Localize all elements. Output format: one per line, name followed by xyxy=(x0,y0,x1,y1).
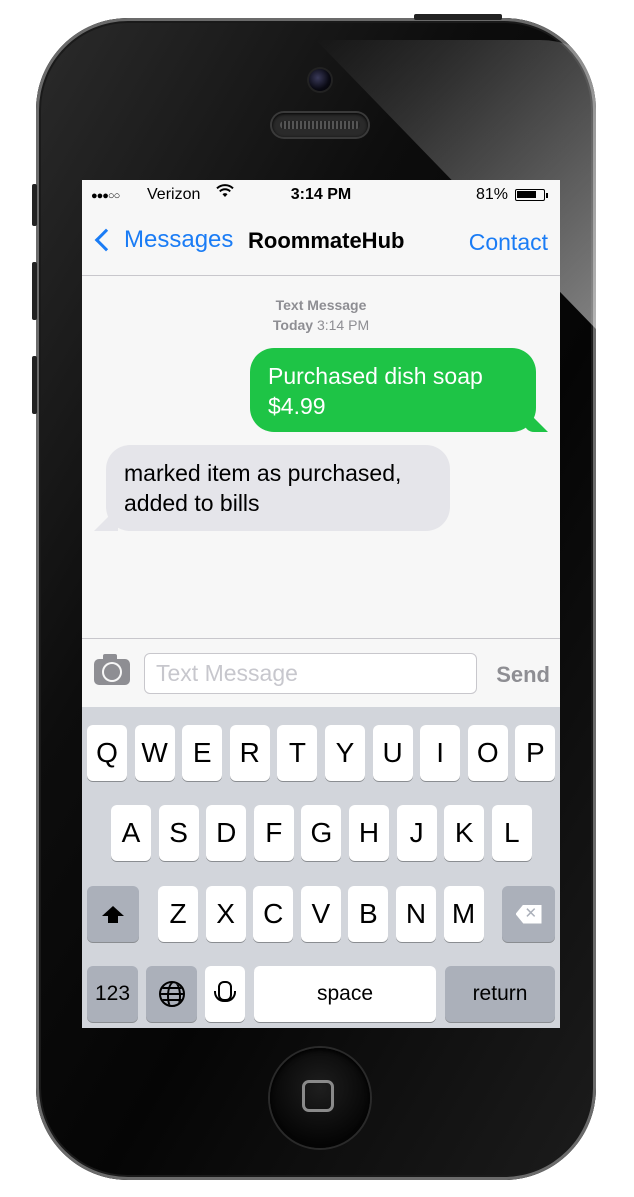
key-s[interactable]: S xyxy=(158,805,199,861)
key-v[interactable]: V xyxy=(300,886,341,942)
shift-icon xyxy=(102,906,124,923)
camera-icon[interactable] xyxy=(94,654,130,685)
back-label: Messages xyxy=(124,226,234,253)
contact-button[interactable]: Contact xyxy=(469,229,548,256)
status-bar: ●●●○○ Verizon 3:14 PM 81% xyxy=(82,180,560,210)
key-t[interactable]: T xyxy=(277,725,318,781)
key-w[interactable]: W xyxy=(134,725,175,781)
battery-fill xyxy=(517,191,536,198)
globe-icon xyxy=(158,981,185,1007)
key-r[interactable]: R xyxy=(229,725,270,781)
home-square-icon xyxy=(302,1080,334,1112)
key-n[interactable]: N xyxy=(396,886,436,942)
key-q[interactable]: Q xyxy=(87,725,127,781)
front-camera xyxy=(309,69,331,91)
power-button xyxy=(414,14,502,20)
thread-timestamp: Today 3:14 PM xyxy=(82,317,560,333)
message-line: Purchased dish soap xyxy=(268,363,483,389)
microphone-icon xyxy=(214,981,236,1002)
message-composer: Send xyxy=(82,638,560,707)
volume-down-button xyxy=(32,356,37,414)
return-key[interactable]: return xyxy=(445,966,555,1022)
message-line: marked item as purchased, xyxy=(124,460,402,486)
key-u[interactable]: U xyxy=(372,725,413,781)
key-c[interactable]: C xyxy=(253,886,294,942)
mute-switch xyxy=(32,184,37,226)
key-z[interactable]: Z xyxy=(158,886,198,942)
key-p[interactable]: P xyxy=(515,725,556,781)
battery-percent: 81% xyxy=(476,186,509,203)
timestamp-day: Today xyxy=(272,317,314,333)
battery-tip xyxy=(546,193,548,198)
key-e[interactable]: E xyxy=(182,725,223,781)
space-key[interactable]: space xyxy=(254,966,436,1022)
keyboard: QWERTYUIOP ASDFGHJKL ZXCVBNM ✕ 123 space… xyxy=(82,707,560,1028)
key-j[interactable]: J xyxy=(396,805,437,861)
key-o[interactable]: O xyxy=(467,725,508,781)
delete-icon: ✕ xyxy=(515,904,542,924)
back-button[interactable]: Messages xyxy=(94,226,233,254)
key-i[interactable]: I xyxy=(420,725,461,781)
globe-key[interactable] xyxy=(146,966,197,1022)
battery-icon xyxy=(515,189,545,201)
dictation-key[interactable] xyxy=(205,966,245,1022)
message-line: $4.99 xyxy=(268,393,326,419)
key-x[interactable]: X xyxy=(205,886,246,942)
thread-header-label: Text Message xyxy=(275,297,367,313)
incoming-message-bubble[interactable]: marked item as purchased, added to bills xyxy=(106,445,450,531)
message-line: added to bills xyxy=(124,490,260,516)
numbers-key[interactable]: 123 xyxy=(87,966,138,1022)
key-k[interactable]: K xyxy=(444,805,485,861)
key-f[interactable]: F xyxy=(253,805,294,861)
key-g[interactable]: G xyxy=(301,805,342,861)
key-h[interactable]: H xyxy=(349,805,389,861)
conversation-title: RoommateHub xyxy=(248,228,405,253)
key-l[interactable]: L xyxy=(491,805,532,861)
outgoing-message-bubble[interactable]: Purchased dish soap $4.99 xyxy=(250,348,536,432)
key-m[interactable]: M xyxy=(443,886,484,942)
delete-key[interactable]: ✕ xyxy=(502,886,555,942)
volume-up-button xyxy=(32,262,37,320)
send-button[interactable]: Send xyxy=(496,662,550,688)
shift-key[interactable] xyxy=(87,886,139,942)
earpiece-speaker xyxy=(272,113,368,137)
key-d[interactable]: D xyxy=(206,805,247,861)
home-button[interactable] xyxy=(270,1048,370,1148)
message-input[interactable] xyxy=(144,653,477,694)
timestamp-time: 3:14 PM xyxy=(316,317,370,333)
key-y[interactable]: Y xyxy=(325,725,365,781)
navigation-bar: Messages RoommateHub Contact xyxy=(82,210,560,276)
chevron-left-icon xyxy=(94,228,118,252)
key-a[interactable]: A xyxy=(111,805,151,861)
key-b[interactable]: B xyxy=(348,886,389,942)
screen: ●●●○○ Verizon 3:14 PM 81% Messages Roomm… xyxy=(82,180,560,1028)
